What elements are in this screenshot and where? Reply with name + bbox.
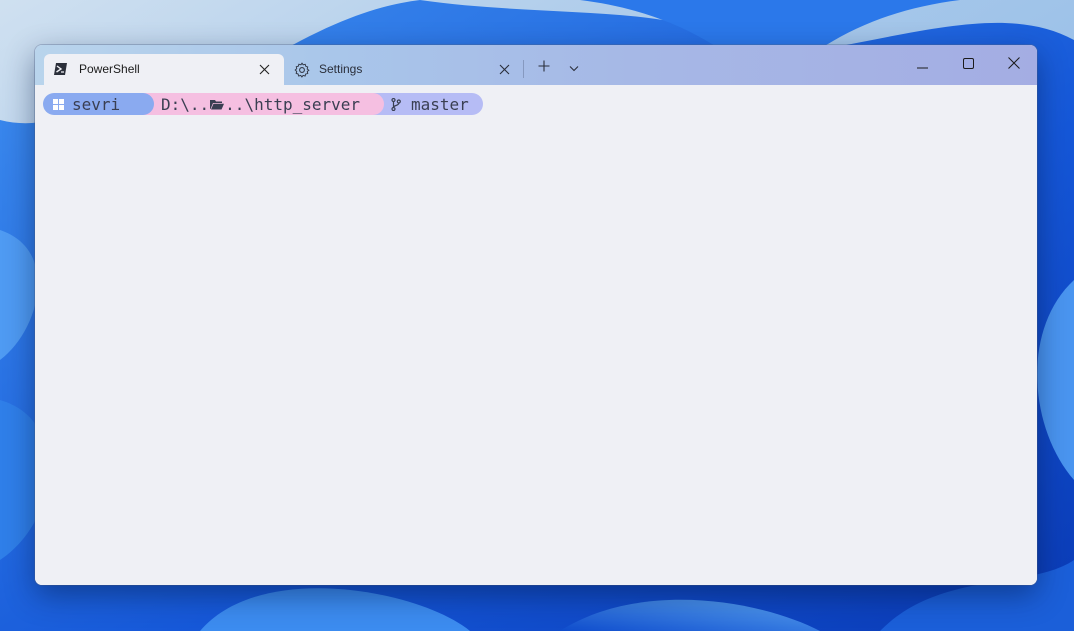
terminal-area[interactable]: sevri D:\.. ..\http_server master xyxy=(35,85,1037,585)
powershell-icon xyxy=(54,62,68,76)
chevron-down-icon xyxy=(569,59,579,77)
prompt-branch: master xyxy=(411,94,469,114)
maximize-button[interactable] xyxy=(945,45,991,85)
shell-prompt: sevri D:\.. ..\http_server master xyxy=(43,93,483,115)
minimize-icon xyxy=(916,56,928,74)
maximize-icon xyxy=(962,56,974,74)
plus-icon xyxy=(538,59,550,77)
title-bar[interactable]: PowerShell Settings xyxy=(35,45,1037,85)
tab-separator xyxy=(523,60,524,78)
tab-settings[interactable]: Settings xyxy=(284,54,524,85)
windows-icon xyxy=(53,98,64,110)
tab-dropdown-button[interactable] xyxy=(561,57,587,79)
prompt-path-prefix: D:\.. xyxy=(161,94,210,114)
terminal-window: PowerShell Settings sevri D:\.. ..\http_… xyxy=(35,45,1037,585)
minimize-button[interactable] xyxy=(899,45,945,85)
tab-label: PowerShell xyxy=(79,62,140,76)
tab-label: Settings xyxy=(319,62,363,76)
close-tab-icon[interactable] xyxy=(496,61,512,77)
prompt-git-segment: master xyxy=(373,93,483,115)
tab-powershell[interactable]: PowerShell xyxy=(44,54,284,85)
prompt-path-segment: D:\.. ..\http_server xyxy=(143,93,384,115)
prompt-path-suffix: ..\http_server xyxy=(225,94,361,114)
prompt-user: sevri xyxy=(72,94,121,114)
new-tab-button[interactable] xyxy=(531,57,557,79)
folder-open-icon xyxy=(210,99,225,110)
close-icon xyxy=(1008,56,1020,74)
prompt-user-segment: sevri xyxy=(43,93,154,115)
close-window-button[interactable] xyxy=(991,45,1037,85)
gear-icon xyxy=(294,62,310,78)
close-tab-icon[interactable] xyxy=(256,61,272,77)
git-branch-icon xyxy=(391,97,401,111)
